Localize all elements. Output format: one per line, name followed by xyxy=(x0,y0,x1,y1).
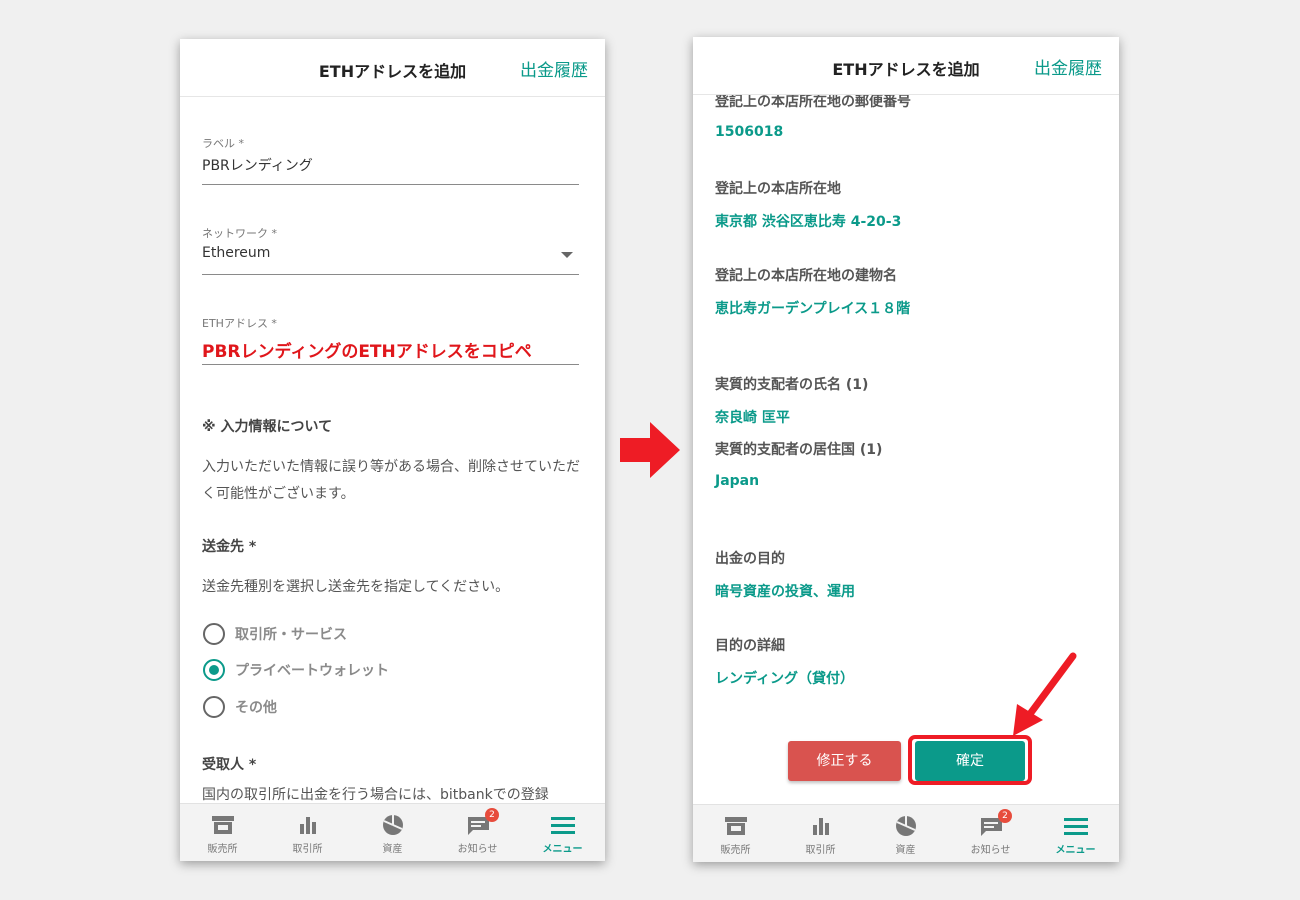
nav-label-shop: 販売所 xyxy=(720,845,751,856)
bar-chart-icon xyxy=(299,817,316,834)
nav-item-assets[interactable]: 資産 xyxy=(863,805,948,862)
nav-label-assets: 資産 xyxy=(895,845,916,856)
pie-chart-icon xyxy=(382,815,403,835)
app-header: ETHアドレスを追加 出金履歴 xyxy=(693,37,1119,95)
address-value: 東京都 渋谷区恵比寿 4-20-3 xyxy=(715,214,902,230)
network-field-underline xyxy=(202,274,579,275)
notification-badge: 2 xyxy=(485,808,499,822)
building-label: 登記上の本店所在地の建物名 xyxy=(715,268,897,284)
destination-text: 送金先種別を選択し送金先を指定してください。 xyxy=(202,579,510,595)
hamburger-menu-icon xyxy=(1063,818,1088,835)
hamburger-menu-icon xyxy=(550,817,575,834)
withdrawal-history-link[interactable]: 出金履歴 xyxy=(520,56,588,81)
nav-label-news: お知らせ xyxy=(457,844,498,855)
purpose-detail-value: レンディング（貸付） xyxy=(715,671,855,687)
nav-item-assets[interactable]: 資産 xyxy=(350,804,435,861)
withdrawal-history-link[interactable]: 出金履歴 xyxy=(1034,54,1102,79)
nav-label-assets: 資産 xyxy=(382,844,403,855)
right-arrow-icon xyxy=(620,422,680,478)
nav-label-exchange: 取引所 xyxy=(292,844,323,855)
bottom-nav: 販売所 取引所 資産 2 お知らせ メニュー xyxy=(693,804,1119,862)
postal-code-value: 1506018 xyxy=(715,124,784,140)
address-field-input[interactable]: PBRレンディングのETHアドレスをコピペ xyxy=(202,337,532,362)
nav-item-news[interactable]: 2 お知らせ xyxy=(948,805,1033,862)
building-value: 恵比寿ガーデンプレイス１８階 xyxy=(715,301,911,317)
nav-label-menu: メニュー xyxy=(1055,845,1096,856)
nav-item-shop[interactable]: 販売所 xyxy=(693,805,778,862)
address-label: 登記上の本店所在地 xyxy=(715,181,841,197)
recipient-heading: 受取人 * xyxy=(202,757,257,773)
label-field-underline xyxy=(202,184,579,185)
beneficial-owner-country-value: Japan xyxy=(715,473,760,489)
network-select[interactable]: Ethereum xyxy=(202,245,270,261)
beneficial-owner-name-label: 実質的支配者の氏名 (1) xyxy=(715,377,869,393)
pie-chart-icon xyxy=(895,816,916,836)
notification-badge: 2 xyxy=(998,809,1012,823)
address-field-label: ETHアドレス * xyxy=(202,317,277,330)
edit-button[interactable]: 修正する xyxy=(788,741,901,781)
nav-item-news[interactable]: 2 お知らせ xyxy=(435,804,520,861)
radio-exchange-label[interactable]: 取引所・サービス xyxy=(235,624,347,644)
left-screen: ETHアドレスを追加 出金履歴 ラベル * PBRレンディング ネットワーク *… xyxy=(180,39,605,861)
bottom-nav: 販売所 取引所 資産 2 お知らせ メニュー xyxy=(180,803,605,861)
address-field-underline xyxy=(202,364,579,365)
nav-label-news: お知らせ xyxy=(970,845,1011,856)
beneficial-owner-name-value: 奈良崎 匡平 xyxy=(715,410,790,426)
nav-label-menu: メニュー xyxy=(542,844,583,855)
destination-heading: 送金先 * xyxy=(202,539,257,555)
nav-label-exchange: 取引所 xyxy=(805,845,836,856)
dropdown-caret-icon[interactable] xyxy=(561,252,573,258)
radio-private-wallet-label[interactable]: プライベートウォレット xyxy=(235,660,389,680)
purpose-detail-label: 目的の詳細 xyxy=(715,638,785,654)
bar-chart-icon xyxy=(812,818,829,835)
radio-exchange[interactable] xyxy=(203,623,225,645)
purpose-value: 暗号資産の投資、運用 xyxy=(715,584,855,600)
shop-icon xyxy=(211,816,234,834)
label-field-input[interactable]: PBRレンディング xyxy=(202,155,313,175)
nav-item-shop[interactable]: 販売所 xyxy=(180,804,265,861)
nav-item-menu[interactable]: メニュー xyxy=(520,804,605,861)
app-header: ETHアドレスを追加 出金履歴 xyxy=(180,39,605,97)
shop-icon xyxy=(724,817,747,835)
radio-other-label[interactable]: その他 xyxy=(235,697,277,717)
network-field-label: ネットワーク * xyxy=(202,227,277,240)
radio-private-wallet[interactable] xyxy=(203,659,225,681)
confirm-button[interactable]: 確定 xyxy=(915,741,1025,781)
notice-heading: ※ 入力情報について xyxy=(202,419,333,435)
beneficial-owner-country-label: 実質的支配者の居住国 (1) xyxy=(715,442,883,458)
nav-label-shop: 販売所 xyxy=(207,844,238,855)
nav-item-exchange[interactable]: 取引所 xyxy=(265,804,350,861)
nav-item-menu[interactable]: メニュー xyxy=(1033,805,1118,862)
purpose-label: 出金の目的 xyxy=(715,551,785,567)
nav-item-exchange[interactable]: 取引所 xyxy=(778,805,863,862)
pointer-arrow-icon xyxy=(1013,652,1077,736)
label-field-label: ラベル * xyxy=(202,137,244,150)
radio-other[interactable] xyxy=(203,696,225,718)
notice-text: 入力いただいた情報に誤り等がある場合、削除させていただく可能性がございます。 xyxy=(202,459,580,502)
